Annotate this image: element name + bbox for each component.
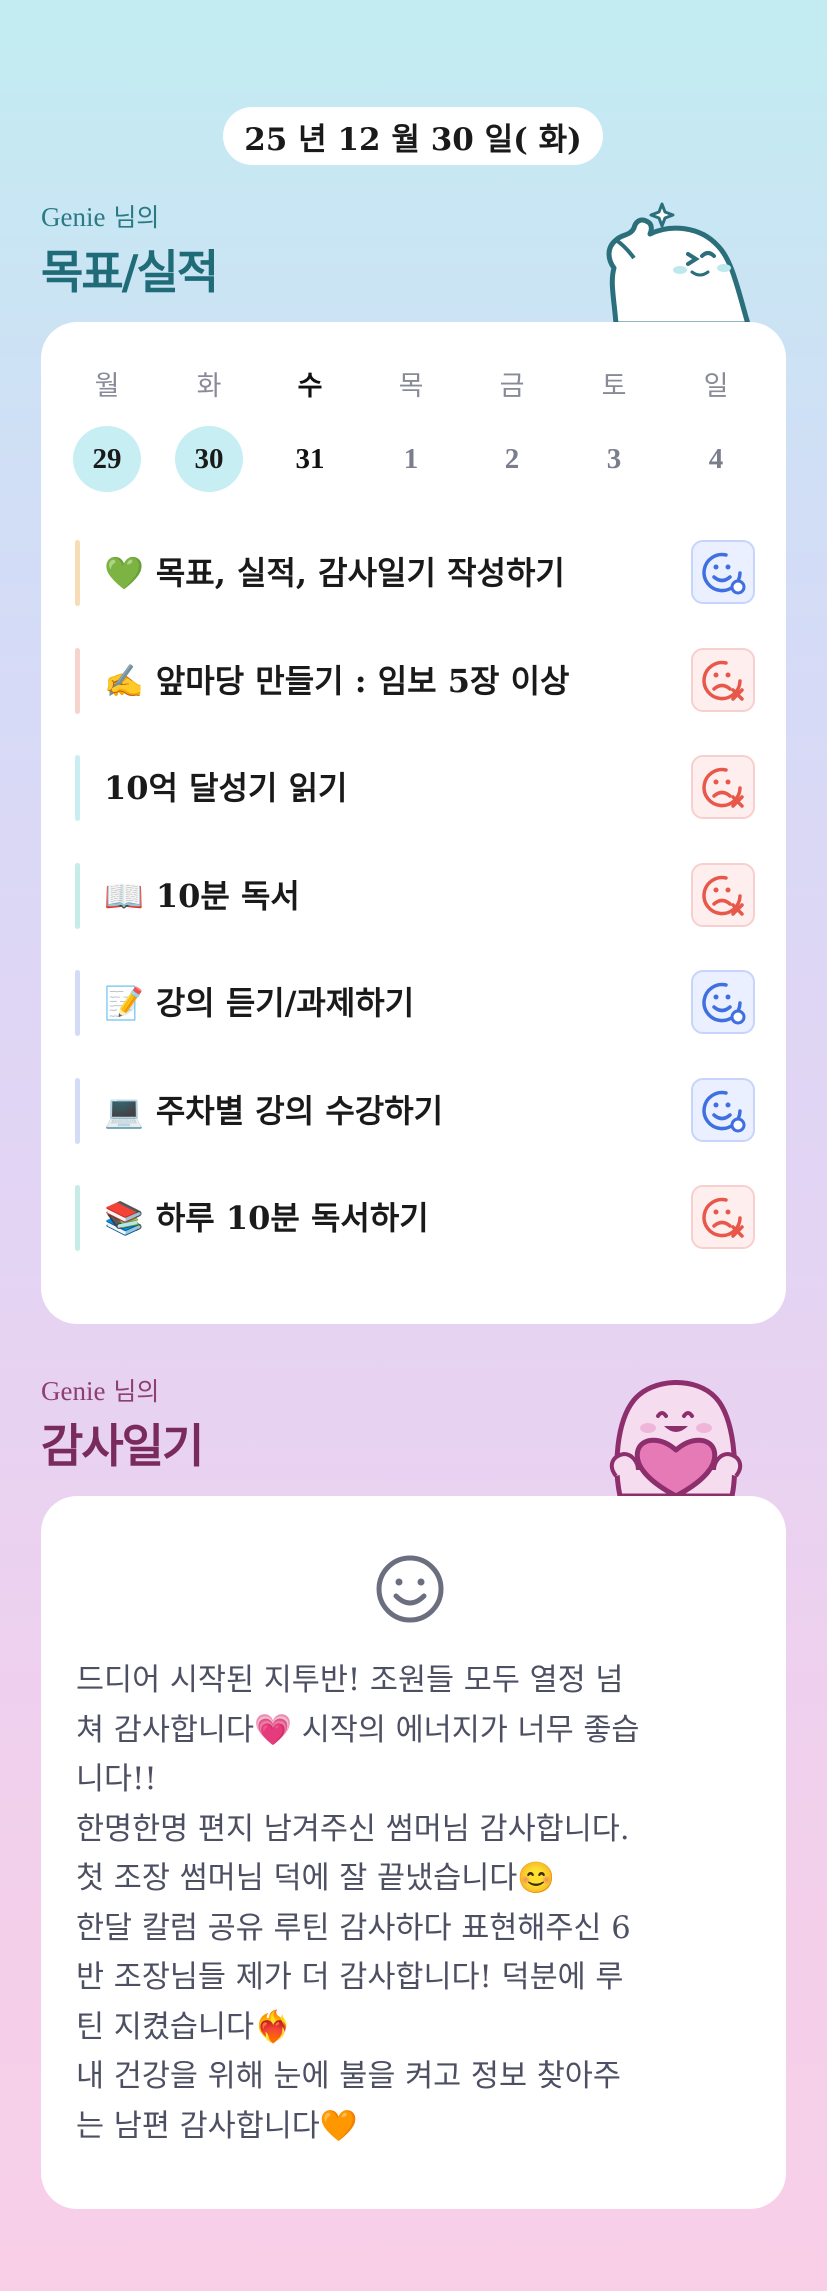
goal-accent-bar <box>75 540 80 606</box>
sad-face-icon <box>700 657 746 703</box>
owner-suffix: 님의 <box>113 1377 160 1406</box>
goal-done-status-button[interactable] <box>691 970 755 1034</box>
goal-label: 📖 10분 독서 <box>104 863 300 929</box>
weekday-label: 화 <box>196 371 222 402</box>
happy-face-icon <box>700 1087 746 1133</box>
goal-text: 앞마당 만들기 : 임보 5장 이상 <box>155 661 570 700</box>
goal-accent-bar <box>75 1185 80 1251</box>
smile-face-icon <box>376 1555 444 1623</box>
calendar-day[interactable]: 3 <box>580 426 648 492</box>
goal-emoji-icon: 📝 <box>104 984 144 1022</box>
sad-face-icon <box>700 872 746 918</box>
goals-title: 목표/실적 <box>41 245 219 299</box>
goal-text: 10억 달성기 읽기 <box>104 769 348 807</box>
ghost-mascot-illustration <box>606 202 751 324</box>
diary-section-header: Genie 님의 감사일기 <box>41 1372 204 1476</box>
calendar-day[interactable]: 4 <box>682 426 750 492</box>
goal-item[interactable]: 💚 목표, 실적, 감사일기 작성하기 <box>75 540 755 606</box>
goal-missed-status-button[interactable] <box>691 862 755 927</box>
weekday-label: 월 <box>94 371 120 402</box>
goals-section-header: Genie 님의 목표/실적 <box>41 198 219 302</box>
calendar-day[interactable]: 1 <box>377 426 445 492</box>
owner-suffix: 님의 <box>113 203 160 232</box>
goal-accent-bar <box>75 647 80 714</box>
calendar-day[interactable]: 30 <box>175 426 243 492</box>
goal-text: 하루 10분 독서하기 <box>155 1199 429 1237</box>
goal-emoji-icon: 💻 <box>104 1091 144 1130</box>
sad-face-icon <box>700 764 746 810</box>
goal-item[interactable]: 10억 달성기 읽기 <box>75 755 755 821</box>
goal-text: 10분 독서 <box>155 876 300 915</box>
goal-missed-status-button[interactable] <box>691 755 755 819</box>
weekday-label: 금 <box>499 371 525 402</box>
goal-text: 목표, 실적, 감사일기 작성하기 <box>155 554 565 592</box>
goal-label: 📚 하루 10분 독서하기 <box>104 1185 429 1251</box>
goal-item[interactable]: 📖 10분 독서 <box>75 862 755 929</box>
goal-label: 10억 달성기 읽기 <box>104 755 347 821</box>
diary-owner-label: Genie 님의 <box>41 1372 202 1408</box>
goal-label: 📝 강의 듣기/과제하기 <box>104 970 414 1036</box>
goal-item[interactable]: 📝 강의 듣기/과제하기 <box>75 970 755 1036</box>
happy-face-icon <box>700 979 746 1025</box>
weekday-label: 목 <box>398 371 424 402</box>
heart-mascot-illustration <box>609 1380 743 1496</box>
goal-accent-bar <box>75 1077 80 1144</box>
goal-item[interactable]: 💻 주차별 강의 수강하기 <box>75 1077 755 1144</box>
user-name: Genie <box>41 1376 106 1406</box>
goal-text: 주차별 강의 수강하기 <box>155 1091 444 1130</box>
weekday-label: 토 <box>601 371 627 402</box>
goal-emoji-icon: 💚 <box>104 554 144 592</box>
goal-accent-bar <box>75 755 80 821</box>
goal-accent-bar <box>75 862 80 929</box>
weekday-label: 수 <box>297 371 323 402</box>
goal-label: 💻 주차별 강의 수강하기 <box>104 1078 443 1144</box>
goal-missed-status-button[interactable] <box>691 647 755 712</box>
weekday-label: 일 <box>703 371 729 402</box>
goal-text: 강의 듣기/과제하기 <box>155 984 415 1022</box>
goal-emoji-icon: 📚 <box>104 1199 144 1237</box>
calendar-day[interactable]: 29 <box>73 426 141 492</box>
user-name: Genie <box>41 202 106 232</box>
diary-text: 드디어 시작된 지투반! 조원들 모두 열정 넘 쳐 감사합니다💗 시작의 에너… <box>76 1663 640 2144</box>
goal-label: ✍️ 앞마당 만들기 : 임보 5장 이상 <box>104 648 569 714</box>
goal-missed-status-button[interactable] <box>691 1185 755 1249</box>
calendar-day[interactable]: 31 <box>276 426 344 492</box>
diary-card: 드디어 시작된 지투반! 조원들 모두 열정 넘 쳐 감사합니다💗 시작의 에너… <box>41 1496 786 2209</box>
goals-owner-label: Genie 님의 <box>41 198 217 234</box>
goal-emoji-icon: 📖 <box>104 876 144 915</box>
goals-card: 월 29 화 30 수 31 목 1 금 2 토 3 일 4 💚 목표, 실적, 감사일기 작성하기 ✍️ 앞마… <box>41 322 786 1324</box>
diary-title: 감사일기 <box>41 1419 204 1473</box>
happy-face-icon <box>700 549 746 595</box>
sad-face-icon <box>700 1194 746 1240</box>
goal-emoji-icon: ✍️ <box>104 661 144 700</box>
goal-item[interactable]: ✍️ 앞마당 만들기 : 임보 5장 이상 <box>75 647 755 714</box>
date-display: 25 년 12 월 30 일( 화) <box>223 107 603 165</box>
goal-done-status-button[interactable] <box>691 540 755 604</box>
goal-accent-bar <box>75 970 80 1036</box>
goal-done-status-button[interactable] <box>691 1077 755 1142</box>
goal-item[interactable]: 📚 하루 10분 독서하기 <box>75 1185 755 1251</box>
calendar-day[interactable]: 2 <box>478 426 546 492</box>
goal-label: 💚 목표, 실적, 감사일기 작성하기 <box>104 540 565 606</box>
